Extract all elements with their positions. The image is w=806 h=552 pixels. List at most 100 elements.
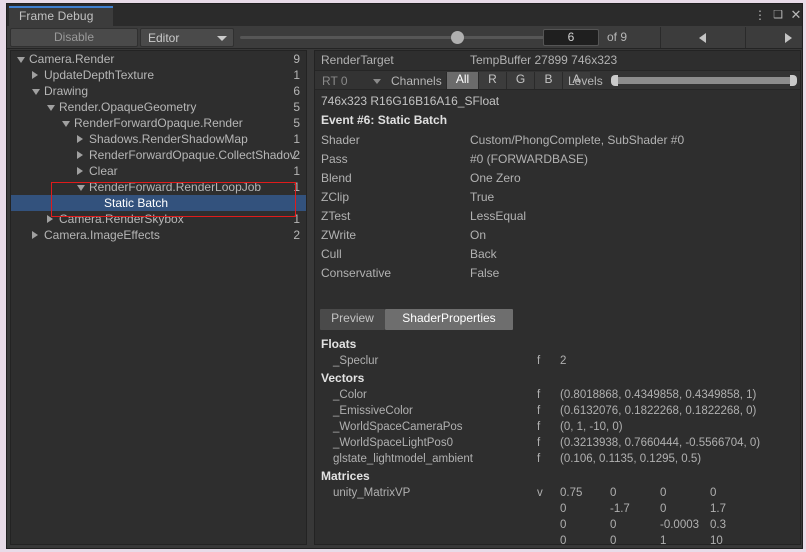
triangle-right-icon[interactable] bbox=[32, 231, 38, 239]
toolbar: Disable Editor 6 of 9 bbox=[7, 26, 802, 49]
property-type: f bbox=[537, 453, 541, 465]
levels-max-handle[interactable] bbox=[790, 75, 797, 86]
tree-row-label: UpdateDepthTexture bbox=[44, 68, 155, 82]
property-type: f bbox=[537, 421, 541, 433]
render-state-row: Pass #0 (FORWARDBASE) bbox=[315, 150, 800, 169]
render-state-key: Conservative bbox=[321, 266, 392, 280]
next-event-button[interactable] bbox=[745, 27, 802, 48]
render-target-value: TempBuffer 27899 746x323 bbox=[470, 53, 618, 67]
tree-row[interactable]: RenderForwardOpaque.CollectShadov 2 bbox=[11, 147, 306, 163]
chevron-down-icon bbox=[373, 79, 381, 84]
matrix-cell: 0 bbox=[560, 519, 567, 531]
tree-row-count: 1 bbox=[293, 180, 300, 194]
channels-label: Channels bbox=[391, 74, 442, 88]
render-state-key: Pass bbox=[321, 152, 348, 166]
kebab-menu-icon[interactable]: ⋮ bbox=[752, 7, 768, 23]
property-value: (0, 1, -10, 0) bbox=[560, 421, 623, 433]
render-state-value: False bbox=[470, 266, 500, 280]
close-icon[interactable]: ✕ bbox=[788, 7, 802, 23]
triangle-down-icon[interactable] bbox=[32, 89, 40, 95]
frame-debugger-window: Frame Debug ⋮ ❑ ✕ Disable Editor 6 of 9 … bbox=[6, 3, 803, 549]
tree-row[interactable]: Render.OpaqueGeometry 5 bbox=[11, 99, 306, 115]
tree-row[interactable]: RenderForwardOpaque.Render 5 bbox=[11, 115, 306, 131]
tab-frame-debug[interactable]: Frame Debug bbox=[9, 6, 113, 26]
property-section-header: Matrices bbox=[321, 469, 370, 483]
tree-row[interactable]: Camera.RenderSkybox 1 bbox=[11, 211, 306, 227]
levels-min-handle[interactable] bbox=[611, 75, 618, 86]
property-name: _Color bbox=[333, 389, 367, 401]
tab-preview[interactable]: Preview bbox=[320, 309, 385, 330]
channel-button-all[interactable]: All bbox=[446, 72, 478, 89]
tree-row[interactable]: Camera.ImageEffects 2 bbox=[11, 227, 306, 243]
tree-row[interactable]: Camera.Render 9 bbox=[11, 51, 306, 67]
property-row: _WorldSpaceCameraPos f (0, 1, -10, 0) bbox=[315, 420, 800, 436]
render-state-key: ZWrite bbox=[321, 228, 357, 242]
matrix-cell: 1.7 bbox=[710, 503, 726, 515]
tree-row-count: 2 bbox=[293, 148, 300, 162]
property-name: unity_MatrixVP bbox=[333, 487, 411, 499]
triangle-right-icon[interactable] bbox=[47, 215, 53, 223]
triangle-down-icon[interactable] bbox=[62, 121, 70, 127]
tree-row[interactable]: UpdateDepthTexture 1 bbox=[11, 67, 306, 83]
triangle-down-icon[interactable] bbox=[17, 57, 25, 63]
tree-row-label: Drawing bbox=[44, 84, 89, 98]
channel-button-g[interactable]: G bbox=[506, 72, 534, 89]
render-state-value: LessEqual bbox=[470, 209, 527, 223]
tree-row-label: Render.OpaqueGeometry bbox=[59, 100, 197, 114]
tree-row[interactable]: RenderForward.RenderLoopJob 1 bbox=[11, 179, 306, 195]
tree-row[interactable]: Clear 1 bbox=[11, 163, 306, 179]
tree-row[interactable]: Shadows.RenderShadowMap 1 bbox=[11, 131, 306, 147]
maximize-icon[interactable]: ❑ bbox=[770, 7, 786, 23]
tree-row[interactable]: Static Batch bbox=[11, 195, 306, 211]
tree-row-count: 2 bbox=[293, 228, 300, 242]
disable-button[interactable]: Disable bbox=[10, 28, 138, 47]
triangle-right-icon[interactable] bbox=[77, 167, 83, 175]
render-state-list: Shader Custom/PhongComplete, SubShader #0… bbox=[315, 131, 800, 283]
property-section-header: Vectors bbox=[321, 371, 365, 385]
tree-row-count: 5 bbox=[293, 116, 300, 130]
matrix-cell: 0 bbox=[610, 535, 617, 545]
previous-event-button[interactable] bbox=[660, 27, 744, 48]
triangle-right-icon[interactable] bbox=[77, 135, 83, 143]
triangle-down-icon[interactable] bbox=[77, 185, 85, 191]
matrix-row: unity_MatrixVP v 0.75 0 0 0 bbox=[315, 486, 800, 502]
tab-shaderproperties[interactable]: ShaderProperties bbox=[385, 309, 513, 330]
event-detail-panel: RenderTarget TempBuffer 27899 746x323 RT… bbox=[314, 50, 801, 545]
render-state-row: Conservative False bbox=[315, 264, 800, 283]
target-dropdown[interactable]: Editor bbox=[140, 28, 234, 47]
event-slider-handle[interactable] bbox=[451, 31, 465, 44]
property-name: _WorldSpaceLightPos0 bbox=[333, 437, 453, 449]
property-section-header: Floats bbox=[321, 337, 357, 351]
tree-row-label: RenderForwardOpaque.Render bbox=[74, 116, 243, 130]
event-slider[interactable] bbox=[240, 31, 585, 44]
render-state-key: ZClip bbox=[321, 190, 350, 204]
matrix-cell: 10 bbox=[710, 535, 723, 545]
chevron-down-icon bbox=[217, 36, 227, 41]
triangle-right-icon[interactable] bbox=[32, 71, 38, 79]
channel-button-r[interactable]: R bbox=[478, 72, 506, 89]
event-index-input[interactable]: 6 bbox=[543, 29, 599, 46]
render-state-value: Back bbox=[470, 247, 497, 261]
rt-index-dropdown[interactable]: RT 0 bbox=[317, 72, 389, 89]
render-state-value: True bbox=[470, 190, 495, 204]
render-target-format: 746x323 R16G16B16A16_SFloat bbox=[321, 94, 500, 108]
tree-row-label: RenderForward.RenderLoopJob bbox=[89, 180, 262, 194]
levels-range-slider[interactable] bbox=[611, 75, 797, 86]
triangle-right-icon bbox=[784, 33, 792, 43]
tree-row-count: 5 bbox=[293, 100, 300, 114]
tree-row-label: Static Batch bbox=[104, 196, 169, 210]
tree-row-label: Clear bbox=[89, 164, 118, 178]
event-tree-panel[interactable]: Camera.Render 9 UpdateDepthTexture 1 Drawing… bbox=[10, 50, 307, 545]
tree-row-count: 1 bbox=[293, 132, 300, 146]
triangle-right-icon[interactable] bbox=[77, 151, 83, 159]
render-state-row: ZTest LessEqual bbox=[315, 207, 800, 226]
property-name: _WorldSpaceCameraPos bbox=[333, 421, 463, 433]
property-value: (0.8018868, 0.4349858, 0.4349858, 1) bbox=[560, 389, 757, 401]
render-target-row: RenderTarget TempBuffer 27899 746x323 bbox=[315, 51, 800, 70]
levels-label: Levels bbox=[568, 74, 603, 88]
triangle-down-icon[interactable] bbox=[47, 105, 55, 111]
channel-button-b[interactable]: B bbox=[534, 72, 562, 89]
render-state-value: One Zero bbox=[470, 171, 521, 185]
tree-row[interactable]: Drawing 6 bbox=[11, 83, 306, 99]
tree-row-count: 9 bbox=[293, 52, 300, 66]
